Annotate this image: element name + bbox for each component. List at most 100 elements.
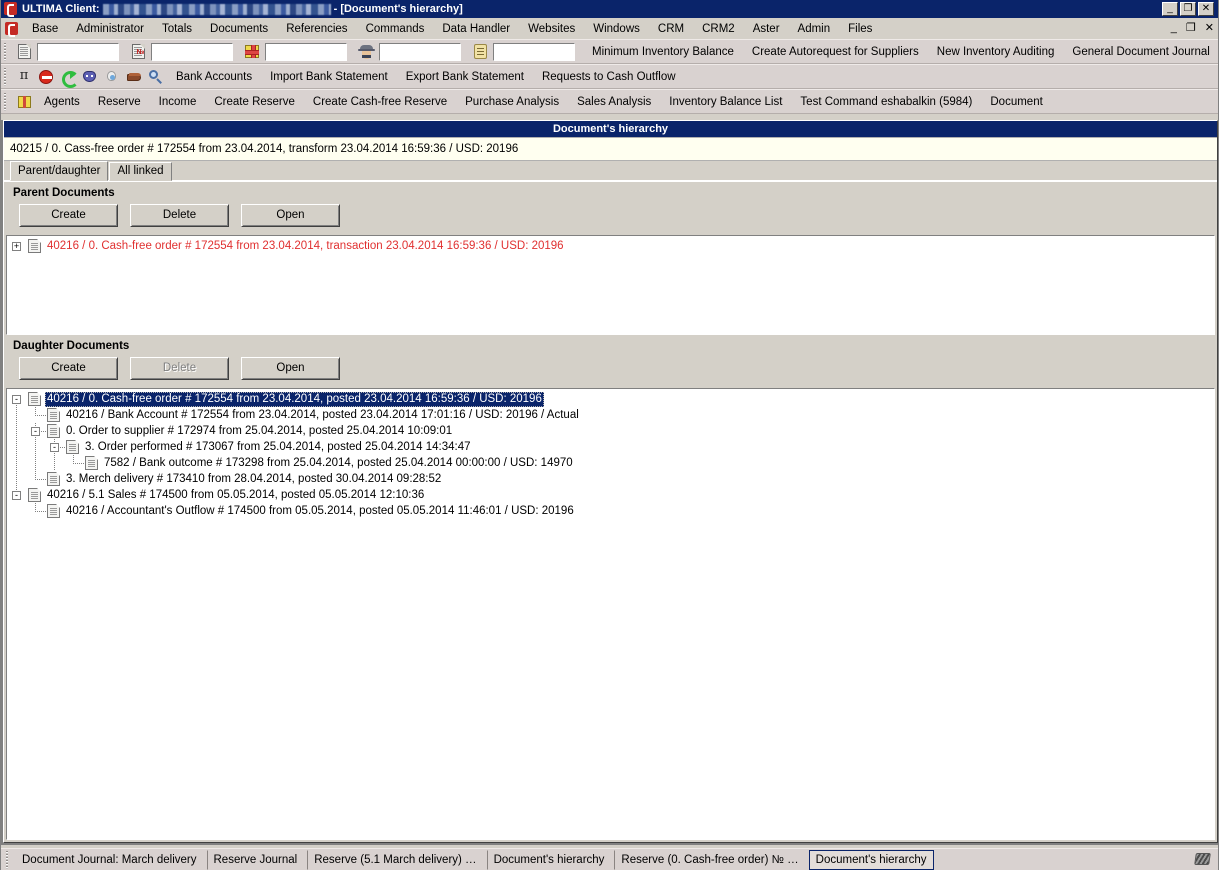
tree-row[interactable]: 40216 / Bank Account # 172554 from 23.04… [7, 407, 1214, 423]
document-number-icon[interactable]: № [128, 42, 148, 62]
tree-node-label[interactable]: 40216 / 0. Cash-free order # 172554 from… [45, 391, 544, 407]
magic-glass-icon[interactable] [102, 67, 122, 87]
toolbar-command-export-bank-statement[interactable]: Export Bank Statement [397, 69, 533, 85]
taskbar-item-reserve-march-delivery[interactable]: Reserve (5.1 March delivery) … [307, 849, 483, 870]
statusbar-grip[interactable] [5, 850, 12, 869]
toolbar-command-reserve[interactable]: Reserve [89, 94, 150, 110]
masks-icon[interactable] [80, 67, 100, 87]
tree-node-label[interactable]: 7582 / Bank outcome # 173298 from 25.04.… [102, 456, 575, 471]
menu-item-referencies[interactable]: Referencies [277, 21, 356, 37]
parent-open-button[interactable]: Open [241, 204, 340, 227]
pi-icon[interactable]: π [14, 67, 34, 87]
toolbar-command-import-bank-statement[interactable]: Import Bank Statement [261, 69, 397, 85]
menu-item-admin[interactable]: Admin [789, 21, 840, 37]
collapse-minus-icon[interactable]: - [12, 395, 21, 404]
gift-box-icon[interactable] [242, 42, 262, 62]
menu-item-data-handler[interactable]: Data Handler [433, 21, 519, 37]
toolbar-command-create-autorequest-for-suppliers[interactable]: Create Autorequest for Suppliers [743, 44, 928, 60]
toolbar-command-new-inventory-auditing[interactable]: New Inventory Auditing [928, 44, 1064, 60]
toolbar-command-bank-accounts[interactable]: Bank Accounts [167, 69, 261, 85]
taskbar-item-documents-hierarchy-active[interactable]: Document's hierarchy [808, 849, 934, 870]
minimize-button[interactable]: _ [1162, 2, 1178, 16]
menu-item-base[interactable]: Base [23, 21, 67, 37]
toolbar-command-minimum-inventory-balance[interactable]: Minimum Inventory Balance [583, 44, 743, 60]
toolbar-command-general-document-journal[interactable]: General Document Journal [1063, 44, 1218, 60]
toolbar-command-test-command-eshabalkin[interactable]: Test Command eshabalkin (5984) [791, 94, 981, 110]
toolbar-command-create-cash-free-reserve[interactable]: Create Cash-free Reserve [304, 94, 456, 110]
document-input[interactable] [37, 42, 119, 61]
taskbar-item-reserve-cash-free-order[interactable]: Reserve (0. Cash-free order) № … [614, 849, 805, 870]
toolbar-command-sales-analysis[interactable]: Sales Analysis [568, 94, 660, 110]
menu-item-crm[interactable]: CRM [649, 21, 693, 37]
agent-input[interactable] [379, 42, 461, 61]
parent-documents-tree[interactable]: + 40216 / 0. Cash-free order # 172554 fr… [6, 235, 1215, 335]
toolbar-command-requests-to-cash-outflow[interactable]: Requests to Cash Outflow [533, 69, 685, 85]
tree-row[interactable]: 7582 / Bank outcome # 173298 from 25.04.… [7, 455, 1214, 471]
parent-delete-button[interactable]: Delete [130, 204, 229, 227]
tree-row[interactable]: + 40216 / 0. Cash-free order # 172554 fr… [7, 238, 1214, 254]
goods-input[interactable] [265, 42, 347, 61]
tree-row[interactable]: - 40216 / 0. Cash-free order # 172554 fr… [7, 391, 1214, 407]
collapse-minus-icon[interactable]: - [50, 443, 59, 452]
film-roll-icon[interactable] [1194, 852, 1212, 867]
mdi-restore-button[interactable]: ❐ [1186, 21, 1196, 34]
toolbar-grip[interactable] [3, 67, 10, 86]
menu-item-totals[interactable]: Totals [153, 21, 201, 37]
refresh-icon[interactable] [58, 67, 79, 88]
tree-node-label[interactable]: 40216 / Accountant's Outflow # 174500 fr… [64, 504, 576, 519]
tree-row[interactable]: - 3. Order performed # 173067 from 25.04… [7, 439, 1214, 455]
tree-row[interactable]: 3. Merch delivery # 173410 from 28.04.20… [7, 471, 1214, 487]
restore-button[interactable]: ❐ [1180, 2, 1196, 16]
collapse-minus-icon[interactable]: - [12, 491, 21, 500]
document-icon[interactable] [14, 42, 34, 62]
menu-item-documents[interactable]: Documents [201, 21, 277, 37]
tree-node-label[interactable]: 0. Order to supplier # 172974 from 25.04… [64, 424, 454, 439]
agents-box-icon[interactable] [14, 92, 34, 112]
taskbar-item-reserve-journal[interactable]: Reserve Journal [206, 849, 305, 870]
mdi-minimize-button[interactable]: _ [1171, 22, 1177, 34]
scroll-input[interactable] [493, 42, 575, 61]
daughter-documents-tree[interactable]: - 40216 / 0. Cash-free order # 172554 fr… [6, 388, 1215, 840]
toolbar-command-inventory-balance-list[interactable]: Inventory Balance List [660, 94, 791, 110]
expand-plus-icon[interactable]: + [12, 242, 21, 251]
agent-spy-icon[interactable] [356, 42, 376, 62]
toolbar-row-3: Agents Reserve Income Create Reserve Cre… [1, 89, 1218, 114]
menu-item-commands[interactable]: Commands [357, 21, 434, 37]
tab-all-linked[interactable]: All linked [109, 162, 172, 181]
tree-node-label[interactable]: 40216 / 5.1 Sales # 174500 from 05.05.20… [45, 488, 426, 503]
toolbar-grip[interactable] [3, 42, 10, 61]
menu-item-websites[interactable]: Websites [519, 21, 584, 37]
document-number-input[interactable] [151, 42, 233, 61]
daughter-open-button[interactable]: Open [241, 357, 340, 380]
toolbar-grip[interactable] [3, 92, 10, 111]
daughter-create-button[interactable]: Create [19, 357, 118, 380]
tree-row[interactable]: - 40216 / 5.1 Sales # 174500 from 05.05.… [7, 487, 1214, 503]
toolbar-command-create-reserve[interactable]: Create Reserve [205, 94, 304, 110]
stop-icon[interactable] [36, 67, 56, 87]
toolbar-command-document[interactable]: Document [981, 94, 1051, 110]
parent-create-button[interactable]: Create [19, 204, 118, 227]
tree-node-label[interactable]: 40216 / Bank Account # 172554 from 23.04… [64, 408, 581, 423]
tree-row[interactable]: - 0. Order to supplier # 172974 from 25.… [7, 423, 1214, 439]
tree-node-label[interactable]: 3. Merch delivery # 173410 from 28.04.20… [64, 472, 443, 487]
tab-parent-daughter[interactable]: Parent/daughter [10, 161, 109, 181]
toolbar-command-agents[interactable]: Agents [35, 94, 89, 110]
toolbar-command-income[interactable]: Income [150, 94, 206, 110]
scroll-icon[interactable] [470, 42, 490, 62]
menu-item-administrator[interactable]: Administrator [67, 21, 153, 37]
toolbar-command-purchase-analysis[interactable]: Purchase Analysis [456, 94, 568, 110]
taskbar-item-document-journal[interactable]: Document Journal: March delivery [15, 850, 204, 870]
close-button[interactable]: ✕ [1198, 2, 1214, 16]
search-icon[interactable] [146, 67, 166, 87]
mdi-close-button[interactable]: ✕ [1205, 21, 1214, 34]
collapse-minus-icon[interactable]: - [31, 427, 40, 436]
menu-item-crm2[interactable]: CRM2 [693, 21, 744, 37]
taskbar-item-documents-hierarchy-1[interactable]: Document's hierarchy [486, 849, 612, 870]
menu-item-aster[interactable]: Aster [744, 21, 789, 37]
book-icon[interactable] [124, 67, 144, 87]
tree-row[interactable]: 40216 / Accountant's Outflow # 174500 fr… [7, 503, 1214, 519]
menu-item-files[interactable]: Files [839, 21, 881, 37]
menu-item-windows[interactable]: Windows [584, 21, 649, 37]
tree-node-label[interactable]: 3. Order performed # 173067 from 25.04.2… [83, 440, 473, 455]
tree-node-label[interactable]: 40216 / 0. Cash-free order # 172554 from… [45, 239, 566, 254]
